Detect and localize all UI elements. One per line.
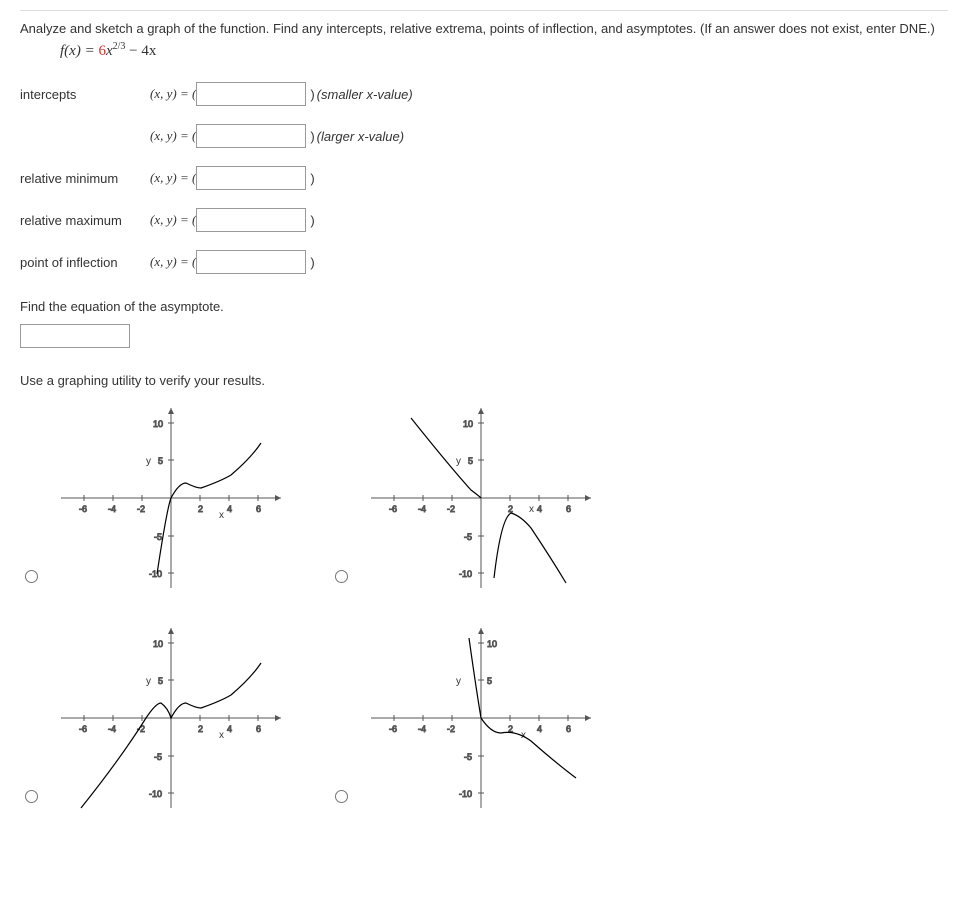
svg-text:-6: -6 [389,504,397,514]
svg-text:-6: -6 [79,724,87,734]
svg-text:-2: -2 [137,504,145,514]
svg-text:-10: -10 [149,789,162,799]
svg-text:4: 4 [537,724,542,734]
poi-label: point of inflection [20,255,150,270]
graph-radio-3[interactable] [25,790,38,803]
graph-option-2: -6 -4 -2 2 4 6 5 10 -5 -10 y x [330,398,620,598]
svg-text:-2: -2 [447,504,455,514]
graph-radio-4[interactable] [335,790,348,803]
svg-text:10: 10 [463,419,473,429]
graph-option-4: -6 -4 -2 2 4 6 5 10 -5 -10 y x [330,618,620,818]
graph-radio-2[interactable] [335,570,348,583]
graph-radio-1[interactable] [25,570,38,583]
svg-text:y: y [146,456,151,467]
inputs-section: intercepts (x, y) = ( ) (smaller x-value… [20,82,948,274]
rel-max-row: relative maximum (x, y) = ( ) [20,208,948,232]
close-paren: ) [310,129,314,144]
graphs-grid: -6 -4 -2 2 4 6 5 10 -5 -10 y x [20,398,948,818]
svg-text:y: y [456,676,461,687]
svg-text:6: 6 [566,504,571,514]
verify-prompt: Use a graphing utility to verify your re… [20,373,948,388]
close-paren: ) [310,171,314,186]
intercept-larger-row: (x, y) = ( ) (larger x-value) [20,124,948,148]
svg-text:x: x [529,504,534,515]
instructions-text: Analyze and sketch a graph of the functi… [20,21,935,36]
svg-text:-4: -4 [418,504,426,514]
xy-prefix: (x, y) = ( [150,254,196,270]
svg-text:10: 10 [487,639,497,649]
svg-text:-6: -6 [389,724,397,734]
smaller-x-note: (smaller x-value) [317,87,413,102]
svg-text:2: 2 [508,504,513,514]
larger-x-note: (larger x-value) [317,129,404,144]
svg-text:-4: -4 [108,724,116,734]
svg-text:y: y [456,456,461,467]
xy-prefix: (x, y) = ( [150,128,196,144]
problem-statement: Analyze and sketch a graph of the functi… [20,10,948,62]
graph-plot-3: -6 -4 -2 2 4 6 5 10 -5 -10 y x [51,618,291,818]
intercept-larger-input[interactable] [196,124,306,148]
svg-text:4: 4 [227,724,232,734]
asymptote-input[interactable] [20,324,130,348]
graph-plot-2: -6 -4 -2 2 4 6 5 10 -5 -10 y x [361,398,601,598]
svg-text:x: x [219,510,224,521]
graph-option-1: -6 -4 -2 2 4 6 5 10 -5 -10 y x [20,398,310,598]
rel-min-label: relative minimum [20,171,150,186]
svg-text:5: 5 [158,676,163,686]
svg-text:10: 10 [153,419,163,429]
svg-text:-2: -2 [447,724,455,734]
close-paren: ) [310,213,314,228]
svg-text:-10: -10 [459,569,472,579]
poi-input[interactable] [196,250,306,274]
intercepts-label: intercepts [20,87,150,102]
poi-row: point of inflection (x, y) = ( ) [20,250,948,274]
svg-text:6: 6 [256,724,261,734]
svg-text:6: 6 [256,504,261,514]
close-paren: ) [310,255,314,270]
rel-min-input[interactable] [196,166,306,190]
graph-plot-4: -6 -4 -2 2 4 6 5 10 -5 -10 y x [361,618,601,818]
close-paren: ) [310,87,314,102]
svg-text:5: 5 [487,676,492,686]
svg-text:2: 2 [198,504,203,514]
xy-prefix: (x, y) = ( [150,170,196,186]
rel-min-row: relative minimum (x, y) = ( ) [20,166,948,190]
svg-text:4: 4 [227,504,232,514]
svg-text:y: y [146,676,151,687]
svg-text:-4: -4 [418,724,426,734]
svg-text:5: 5 [468,456,473,466]
svg-text:2: 2 [198,724,203,734]
rel-max-input[interactable] [196,208,306,232]
svg-text:10: 10 [153,639,163,649]
svg-text:-5: -5 [464,532,472,542]
svg-text:x: x [219,730,224,741]
rel-max-label: relative maximum [20,213,150,228]
svg-text:-10: -10 [149,569,162,579]
svg-text:6: 6 [566,724,571,734]
svg-text:4: 4 [537,504,542,514]
svg-text:-6: -6 [79,504,87,514]
graph-option-3: -6 -4 -2 2 4 6 5 10 -5 -10 y x [20,618,310,818]
xy-prefix: (x, y) = ( [150,86,196,102]
svg-text:-5: -5 [464,752,472,762]
svg-text:5: 5 [158,456,163,466]
svg-text:-5: -5 [154,532,162,542]
intercept-smaller-input[interactable] [196,82,306,106]
graph-plot-1: -6 -4 -2 2 4 6 5 10 -5 -10 y x [51,398,291,598]
svg-text:-4: -4 [108,504,116,514]
svg-text:-10: -10 [459,789,472,799]
intercept-smaller-row: intercepts (x, y) = ( ) (smaller x-value… [20,82,948,106]
asymptote-prompt: Find the equation of the asymptote. [20,299,948,314]
svg-text:-5: -5 [154,752,162,762]
xy-prefix: (x, y) = ( [150,212,196,228]
function-equation: f(x) = 6x2/3 − 4x [60,39,948,63]
